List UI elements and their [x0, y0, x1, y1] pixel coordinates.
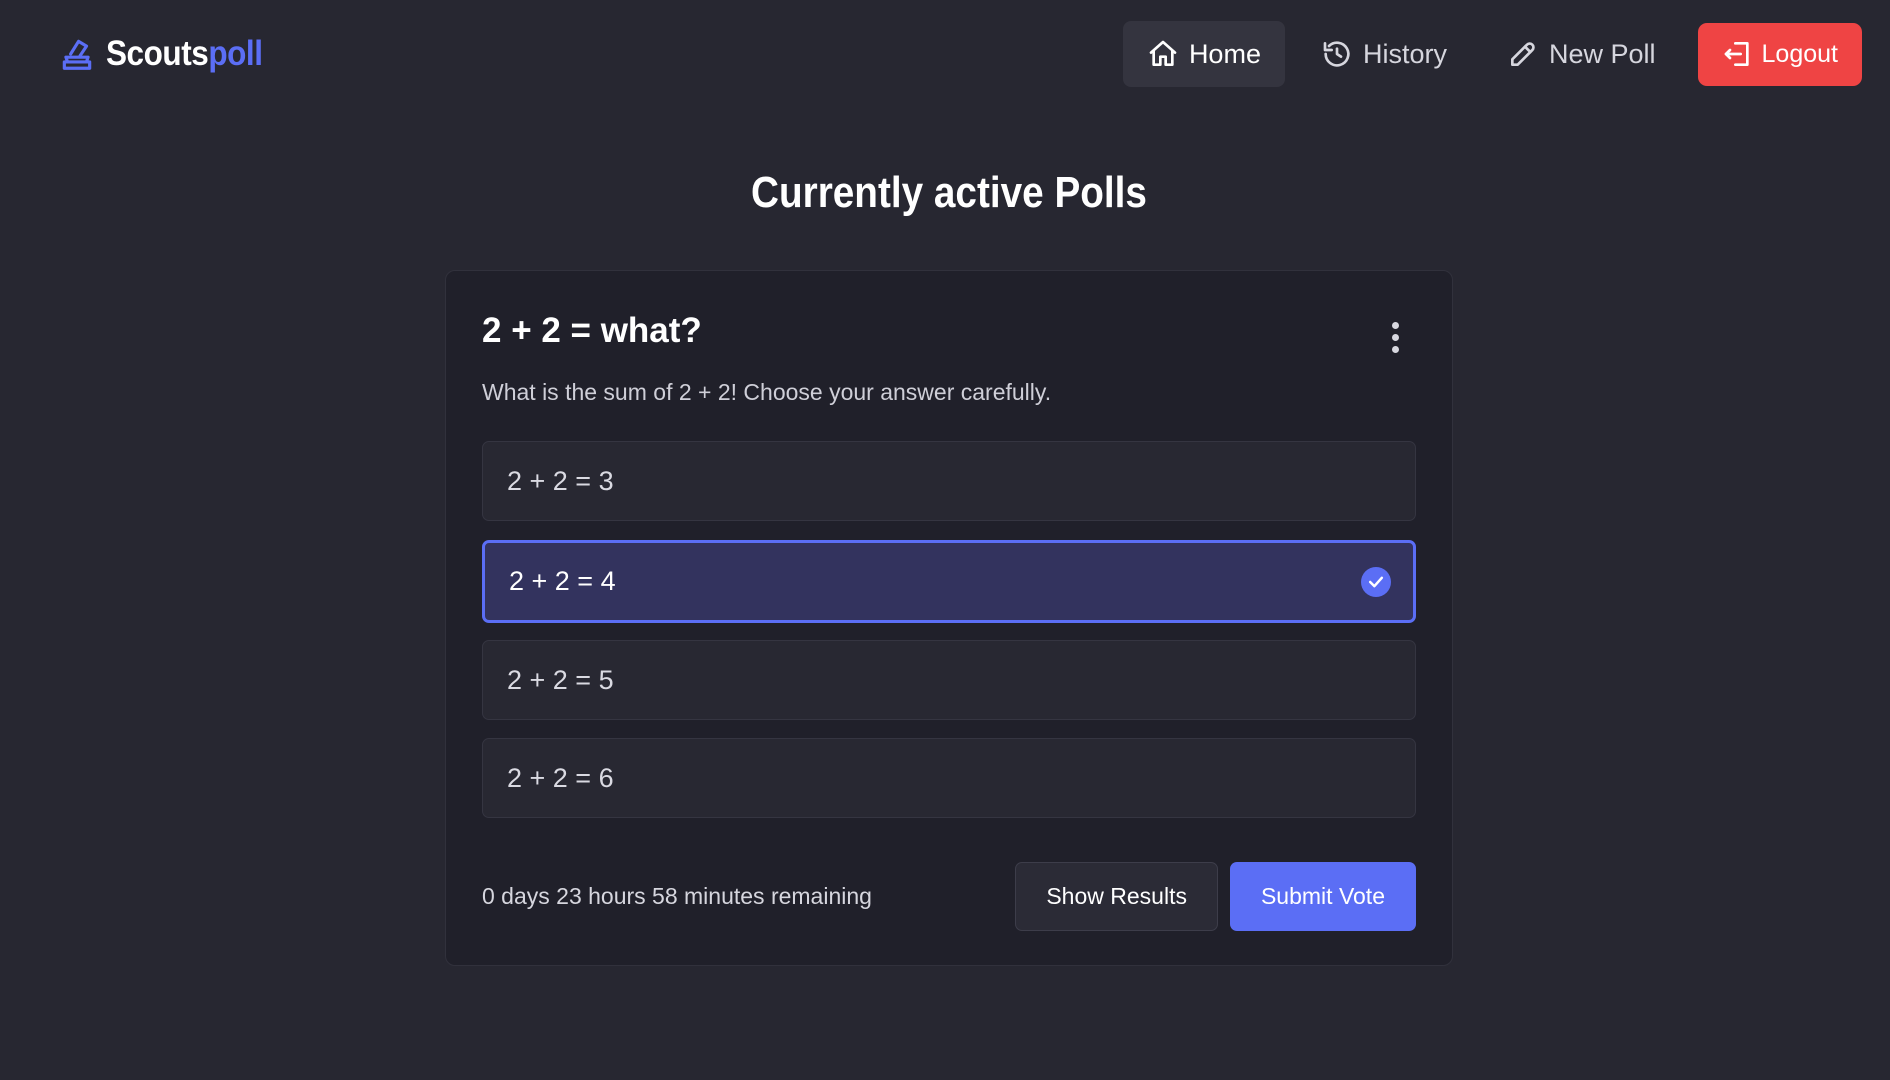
poll-option-3[interactable]: 2 + 2 = 5 — [482, 640, 1416, 720]
logout-button[interactable]: Logout — [1697, 22, 1862, 86]
ballot-box-icon — [58, 35, 96, 73]
home-icon — [1147, 38, 1179, 70]
history-icon — [1321, 38, 1353, 70]
nav-item-label: History — [1362, 38, 1447, 69]
show-results-button[interactable]: Show Results — [1015, 861, 1218, 931]
poll-menu-button[interactable] — [1382, 315, 1408, 359]
submit-vote-button[interactable]: Submit Vote — [1229, 861, 1416, 931]
nav-item-new-poll[interactable]: New Poll — [1483, 21, 1680, 87]
kebab-dot-icon — [1391, 321, 1399, 329]
poll-card: 2 + 2 = what? What is the sum of 2 + 2! … — [445, 270, 1453, 966]
nav-item-label: New Poll — [1548, 38, 1656, 69]
top-navbar: Scoutspoll Home History New Poll Logout — [0, 0, 1890, 108]
option-label: 2 + 2 = 5 — [507, 664, 614, 695]
poll-option-4[interactable]: 2 + 2 = 6 — [482, 738, 1416, 818]
poll-actions: Show Results Submit Vote — [1015, 861, 1416, 931]
option-label: 2 + 2 = 3 — [507, 465, 614, 496]
logout-label: Logout — [1761, 39, 1838, 68]
poll-option-1[interactable]: 2 + 2 = 3 — [482, 441, 1416, 521]
nav-item-label: Home — [1188, 38, 1261, 69]
poll-option-2[interactable]: 2 + 2 = 4 — [482, 540, 1416, 623]
brand-name: Scoutspoll — [106, 34, 263, 74]
option-label: 2 + 2 = 6 — [507, 762, 614, 793]
time-remaining: 0 days 23 hours 58 minutes remaining — [482, 882, 872, 909]
check-circle-icon — [1361, 566, 1391, 597]
logout-icon — [1722, 38, 1754, 70]
nav-item-home[interactable]: Home — [1122, 21, 1285, 87]
pencil-icon — [1507, 38, 1539, 70]
brand-name-part2: poll — [208, 34, 263, 73]
option-label: 2 + 2 = 4 — [509, 566, 616, 596]
brand-name-part1: Scouts — [106, 34, 209, 73]
nav-item-history[interactable]: History — [1297, 21, 1471, 87]
poll-footer: 0 days 23 hours 58 minutes remaining Sho… — [482, 861, 1416, 931]
kebab-dot-icon — [1391, 345, 1399, 353]
poll-description: What is the sum of 2 + 2! Choose your an… — [482, 379, 1052, 405]
page-title: Currently active Polls — [751, 168, 1147, 217]
poll-title: 2 + 2 = what? — [482, 311, 702, 350]
brand-logo[interactable]: Scoutspoll — [58, 34, 280, 74]
kebab-dot-icon — [1391, 333, 1399, 341]
main-nav: Home History New Poll Logout — [1122, 21, 1862, 87]
